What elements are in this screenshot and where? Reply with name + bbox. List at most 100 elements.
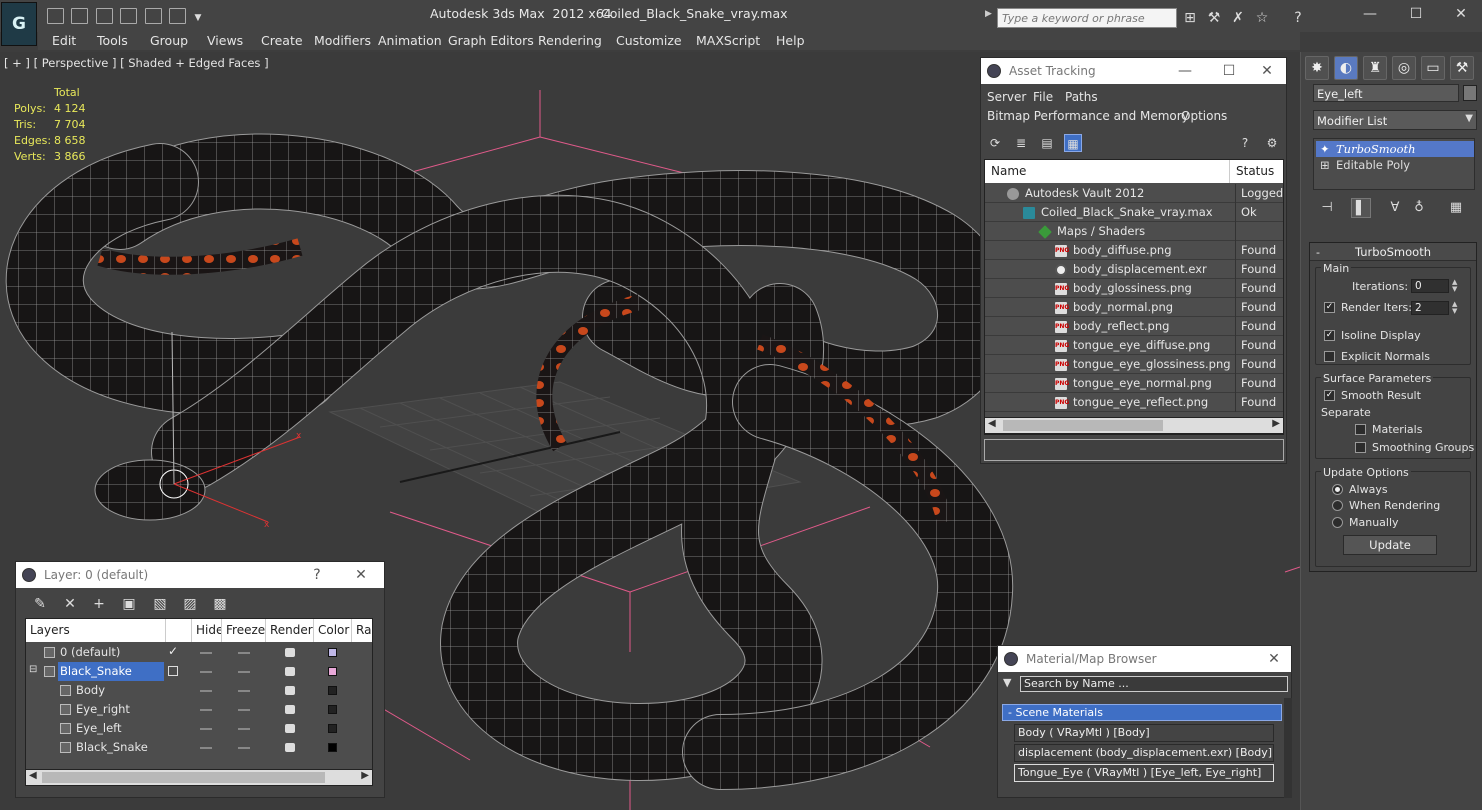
asset-row[interactable]: Coiled_Black_Snake_vray.max Ok xyxy=(985,203,1283,222)
asset-row[interactable]: PNG body_glossiness.png Found xyxy=(985,279,1283,298)
create-tab-icon[interactable]: ✸ xyxy=(1305,56,1329,80)
freeze-toggle[interactable] xyxy=(238,728,250,730)
select-objects-icon[interactable]: ▣ xyxy=(119,594,139,614)
column-name[interactable]: Name xyxy=(985,160,1230,183)
menu-maxscript[interactable]: MAXScript xyxy=(696,32,760,50)
asset-tracking-titlebar[interactable]: Asset Tracking — ☐ ✕ xyxy=(981,58,1286,84)
menu-create[interactable]: Create xyxy=(261,32,303,50)
layer-color-swatch[interactable] xyxy=(328,667,337,676)
modifier-list-dropdown[interactable]: Modifier List ▼ xyxy=(1313,110,1477,130)
display-tab-icon[interactable]: ▭ xyxy=(1421,56,1445,80)
close-icon[interactable]: ✕ xyxy=(1254,58,1280,84)
asset-row[interactable]: body_displacement.exr Found xyxy=(985,260,1283,279)
hide-toggle[interactable] xyxy=(200,747,212,749)
scene-materials-group[interactable]: - Scene Materials xyxy=(1002,704,1282,721)
layer-titlebar[interactable]: Layer: 0 (default) ? ✕ xyxy=(16,562,384,588)
asset-row[interactable]: PNG tongue_eye_glossiness.png Found xyxy=(985,355,1283,374)
project-folder-icon[interactable] xyxy=(169,8,186,24)
column-status[interactable]: Status xyxy=(1230,160,1283,183)
isoline-display-checkbox[interactable]: ✓ xyxy=(1324,330,1335,341)
asset-row[interactable]: PNG tongue_eye_normal.png Found xyxy=(985,374,1283,393)
layer-row[interactable]: Body xyxy=(26,681,372,700)
freeze-all-icon[interactable]: ▩ xyxy=(210,594,230,614)
scroll-left-icon[interactable]: ◀ xyxy=(988,418,996,429)
close-icon[interactable]: ✕ xyxy=(348,562,374,588)
render-teapot-icon[interactable] xyxy=(285,705,295,714)
list-view-icon[interactable]: ≣ xyxy=(1012,134,1030,152)
asset-row[interactable]: PNG tongue_eye_reflect.png Found xyxy=(985,393,1283,412)
set-current-layer-icon[interactable] xyxy=(168,666,178,676)
help-icon[interactable]: ? xyxy=(304,562,330,588)
collapse-icon[interactable]: ⊟ xyxy=(29,664,37,675)
menu-edit[interactable]: Edit xyxy=(52,32,76,50)
show-end-result-icon[interactable]: ▌ xyxy=(1351,198,1371,218)
layer-color-swatch[interactable] xyxy=(328,724,337,733)
asset-menu-paths[interactable]: Paths xyxy=(1065,90,1098,104)
asset-row[interactable]: PNG body_diffuse.png Found xyxy=(985,241,1283,260)
menu-group[interactable]: Group xyxy=(150,32,188,50)
stack-item-turbosmooth[interactable]: ✦ TurboSmooth xyxy=(1316,141,1474,157)
menu-graph-editors[interactable]: Graph Editors xyxy=(448,32,534,50)
thumbnail-view-icon[interactable]: ▤ xyxy=(1038,134,1056,152)
modify-tab-icon[interactable]: ◐ xyxy=(1334,56,1358,80)
asset-row[interactable]: PNG body_reflect.png Found xyxy=(985,317,1283,336)
table-view-icon[interactable]: ▦ xyxy=(1064,134,1082,152)
undo-icon[interactable] xyxy=(120,8,137,24)
render-teapot-icon[interactable] xyxy=(285,686,295,695)
scroll-right-icon[interactable]: ▶ xyxy=(1272,418,1280,429)
layer-color-swatch[interactable] xyxy=(328,705,337,714)
hide-toggle[interactable] xyxy=(200,671,212,673)
asset-menu-bitmap-performance[interactable]: Bitmap Performance and Memory xyxy=(987,109,1189,123)
material-item[interactable]: displacement (body_displacement.exr) [Bo… xyxy=(1014,744,1274,762)
refresh-icon[interactable]: ⟳ xyxy=(986,134,1004,152)
spinner-arrows-icon[interactable]: ▲ ▼ xyxy=(1452,301,1460,315)
asset-menu-server[interactable]: Server xyxy=(987,90,1026,104)
asset-menu-options[interactable]: Options xyxy=(1181,109,1227,123)
menu-customize[interactable]: Customize xyxy=(616,32,682,50)
make-unique-icon[interactable]: ∀ xyxy=(1385,198,1405,218)
column-freeze[interactable]: Freeze xyxy=(222,619,266,642)
asset-row[interactable]: PNG tongue_eye_diffuse.png Found xyxy=(985,336,1283,355)
active-layer-check-icon[interactable]: ✓ xyxy=(168,644,178,658)
collapse-icon[interactable]: - xyxy=(1316,244,1320,262)
asset-settings-icon[interactable]: ⚙ xyxy=(1263,134,1281,152)
favorites-star-icon[interactable]: ☆ xyxy=(1252,9,1272,27)
layer-color-swatch[interactable] xyxy=(328,648,337,657)
browser-options-icon[interactable]: ▼ xyxy=(1003,676,1011,689)
menu-help[interactable]: Help xyxy=(776,32,805,50)
menu-views[interactable]: Views xyxy=(207,32,243,50)
maximize-icon[interactable]: ☐ xyxy=(1401,4,1431,24)
add-to-layer-icon[interactable]: + xyxy=(89,594,109,614)
remove-modifier-icon[interactable]: ♁ xyxy=(1409,198,1429,218)
delete-layer-icon[interactable]: ✕ xyxy=(60,594,80,614)
column-layers[interactable]: Layers xyxy=(26,619,166,642)
viewport-label[interactable]: [ + ] [ Perspective ] [ Shaded + Edged F… xyxy=(4,56,269,70)
freeze-toggle[interactable] xyxy=(238,747,250,749)
help-icon[interactable]: ? xyxy=(1288,9,1308,27)
separate-smoothing-groups-checkbox[interactable] xyxy=(1355,442,1366,453)
hierarchy-tab-icon[interactable]: ♜ xyxy=(1363,56,1387,80)
iterations-spinner[interactable]: 0 xyxy=(1411,279,1449,293)
asset-path-field[interactable] xyxy=(984,439,1284,461)
menu-modifiers[interactable]: Modifiers xyxy=(314,32,371,50)
expand-plus-icon[interactable]: ⊞ xyxy=(1320,157,1330,173)
layer-horizontal-scrollbar[interactable]: ◀ ▶ xyxy=(25,769,373,786)
pin-stack-icon[interactable]: ⊣ xyxy=(1317,198,1337,218)
material-browser-titlebar[interactable]: Material/Map Browser ✕ xyxy=(998,646,1291,672)
render-teapot-icon[interactable] xyxy=(285,743,295,752)
scroll-left-icon[interactable]: ◀ xyxy=(29,770,37,781)
explicit-normals-checkbox[interactable] xyxy=(1324,351,1335,362)
render-iters-checkbox[interactable]: ✓ xyxy=(1324,302,1335,313)
hide-toggle[interactable] xyxy=(200,728,212,730)
layer-row[interactable]: Black_Snake xyxy=(26,738,372,757)
menu-rendering[interactable]: Rendering xyxy=(538,32,602,50)
configure-modifier-sets-icon[interactable]: ▦ xyxy=(1446,198,1466,218)
update-manually-radio[interactable] xyxy=(1332,517,1343,528)
asset-row[interactable]: Autodesk Vault 2012 Logged O xyxy=(985,184,1283,203)
menu-animation[interactable]: Animation xyxy=(378,32,442,50)
layer-row[interactable]: ⊟ Black_Snake xyxy=(26,662,372,681)
column-hide[interactable]: Hide xyxy=(192,619,222,642)
update-when-rendering-radio[interactable] xyxy=(1332,500,1343,511)
render-teapot-icon[interactable] xyxy=(285,724,295,733)
asset-row[interactable]: Maps / Shaders xyxy=(985,222,1283,241)
